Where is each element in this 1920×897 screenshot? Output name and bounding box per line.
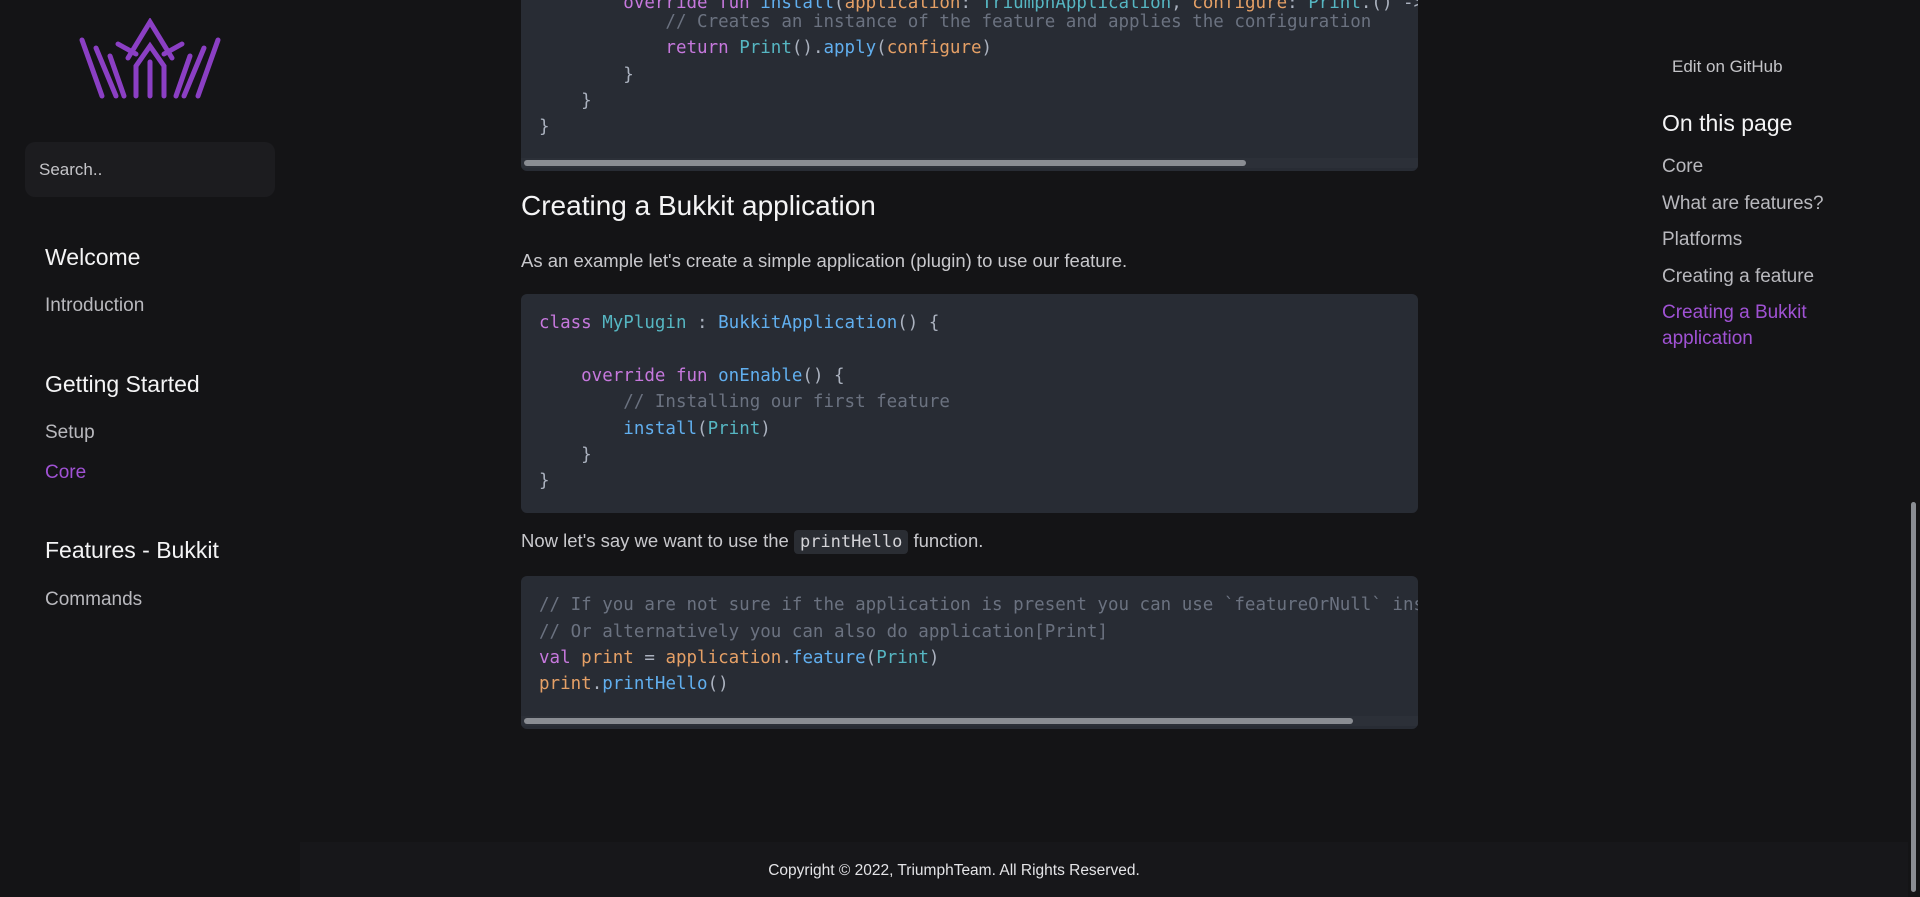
code-line: class MyPlugin : BukkitApplication() { (539, 313, 940, 333)
sidebar-item-core[interactable]: Core (45, 462, 86, 484)
code-line: // Or alternatively you can also do appl… (539, 622, 1108, 642)
intro-paragraph: As an example let's create a simple appl… (521, 250, 1128, 271)
code-line: install(Print) (539, 419, 771, 439)
code-line: } (539, 445, 592, 465)
search-input[interactable] (25, 142, 275, 197)
sidebar-item-commands[interactable]: Commands (45, 589, 142, 611)
nav-heading-welcome: Welcome (45, 244, 141, 270)
code-line: } (539, 117, 550, 137)
code-line: return Print().apply(configure) (539, 38, 993, 58)
code-horizontal-scrollbar[interactable] (521, 716, 1418, 726)
code-block-my-plugin[interactable]: class MyPlugin : BukkitApplication() { o… (521, 294, 1418, 513)
nav-heading-getting-started: Getting Started (45, 371, 200, 397)
code-line: // If you are not sure if the applicatio… (539, 595, 1418, 615)
toc-item-creating-a-feature[interactable]: Creating a feature (1662, 264, 1882, 290)
code-line: val print = application.feature(Print) (539, 648, 940, 668)
code-line: } (539, 91, 592, 111)
code-block-usage[interactable]: // If you are not sure if the applicatio… (521, 576, 1418, 729)
toc-title: On this page (1662, 110, 1793, 136)
page-vertical-scrollbar[interactable] (1908, 0, 1920, 897)
toc-item-creating-bukkit-application[interactable]: Creating a Bukkit application (1662, 300, 1882, 352)
usage-text-after: function. (908, 530, 984, 551)
code-line: // Installing our first feature (539, 392, 950, 412)
toc-item-what-are-features[interactable]: What are features? (1662, 191, 1882, 217)
nav-heading-features-bukkit: Features - Bukkit (45, 537, 219, 563)
code-line: } (539, 471, 550, 491)
scrollbar-thumb[interactable] (524, 718, 1353, 724)
edit-on-github-link[interactable]: Edit on GitHub (1672, 57, 1783, 77)
code-line: } (539, 65, 634, 85)
triumph-crown-logo-icon[interactable] (78, 18, 222, 102)
code-line: print.printHello() (539, 674, 729, 694)
scrollbar-thumb[interactable] (524, 160, 1246, 166)
toc-item-platforms[interactable]: Platforms (1662, 227, 1882, 253)
sidebar-item-introduction[interactable]: Introduction (45, 295, 144, 317)
toc-item-core[interactable]: Core (1662, 154, 1882, 180)
code-line: override fun onEnable() { (539, 366, 845, 386)
footer-copyright: Copyright © 2022, TriumphTeam. All Right… (768, 862, 1140, 879)
usage-paragraph: Now let's say we want to use the printHe… (521, 530, 983, 554)
code-horizontal-scrollbar[interactable] (521, 158, 1418, 168)
usage-text-before: Now let's say we want to use the (521, 530, 794, 551)
section-heading-creating-bukkit-app: Creating a Bukkit application (521, 190, 876, 221)
inline-code-print-hello: printHello (793, 530, 909, 554)
sidebar: Welcome Introduction Getting Started Set… (0, 0, 300, 897)
code-block-install[interactable]: override fun install(application: Triump… (521, 0, 1418, 171)
code-line: // Creates an instance of the feature an… (539, 12, 1372, 32)
page-scrollbar-thumb[interactable] (1911, 502, 1916, 892)
sidebar-item-setup[interactable]: Setup (45, 422, 95, 444)
